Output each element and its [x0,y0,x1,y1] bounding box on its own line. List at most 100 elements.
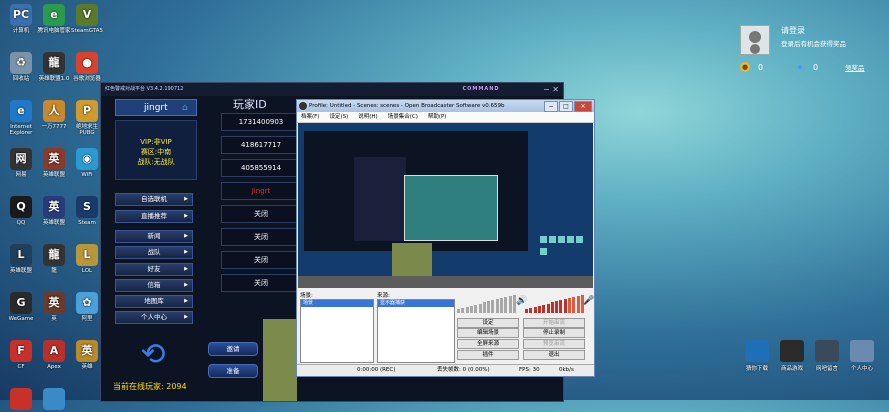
player-slot[interactable]: 关闭 [221,274,301,292]
desktop-icon[interactable]: L LOL [70,244,104,274]
desktop-icon[interactable]: S Steam [70,196,104,226]
minimize-icon[interactable]: − [543,85,550,94]
exit-button[interactable]: 退出 [523,350,585,360]
menu-news[interactable]: 新闻 ▶ [115,230,193,243]
ready-button[interactable]: 准备 [208,364,258,378]
obs-window-controls[interactable]: − □ ✕ [544,101,592,112]
obs-preview [298,123,593,288]
desktop-icon[interactable]: 人一万7777 [37,100,71,130]
menu-scene-collection[interactable]: 场景集合(C) [388,112,418,122]
start-streaming-button[interactable]: 开始串流 [523,318,585,328]
meter-bar [469,305,473,313]
diamond-icon: ◆ [797,63,803,71]
coin-value: 0 [758,63,764,72]
close-icon[interactable]: ✕ [552,85,559,94]
desktop-icon[interactable]: 龍英雄联盟1.0 [37,52,71,82]
player-slot[interactable]: 关闭 [221,251,301,269]
player-slot[interactable]: 关闭 [221,205,301,223]
shortcut-tile[interactable] [780,340,804,362]
obs-window[interactable]: Profile: Untitled - Scenes: scenes - Ope… [296,99,595,377]
desktop-icon-label: LOL [81,268,93,274]
desktop-icon[interactable]: P 绝地求生 PUBG [70,100,104,136]
desktop-icon[interactable]: L 英雄联盟 [4,244,38,274]
shortcut-tile[interactable] [850,340,874,362]
menu-live[interactable]: 直播推荐 ▶ [115,210,193,223]
user-panel[interactable]: jingrt ⌂ [115,99,197,116]
desktop-icon[interactable]: e Internet Explorer [4,100,38,136]
player-slot[interactable]: Jingrt [221,182,301,200]
desktop-icon[interactable]: 英英雄联盟 [37,148,71,178]
preview-stream-button[interactable]: 预览串流 [523,339,585,349]
desktop-icon-label: 英雄联盟 [42,172,65,178]
menu-mail[interactable]: 信箱 ▶ [115,279,193,292]
desktop-icon-label: Internet Explorer [9,124,33,136]
desktop-icon[interactable]: 网网易 [4,148,38,178]
settings-button[interactable]: 设定 [457,318,519,328]
menu-map-library[interactable]: 地图库 ▶ [115,295,193,308]
shortcut-tile[interactable] [815,340,839,362]
plugins-button[interactable]: 插件 [457,350,519,360]
menu-friends[interactable]: 好友 ▶ [115,263,193,276]
fullscreen-source-button[interactable]: 全屏来源 [457,339,519,349]
desktop-icon[interactable] [37,388,71,412]
stop-recording-button[interactable]: 停止录制 [523,328,585,338]
login-widget[interactable]: 请登录 登录后有机会获得奖品 ● 0 ◆ 0 领奖品 [740,25,882,77]
desktop-icon[interactable]: ◉ WiFi [70,148,104,178]
game-window-controls[interactable]: − ✕ [543,85,559,94]
desktop-icon[interactable]: V SteamGTA5 [70,4,104,34]
desktop-icon[interactable] [4,388,38,412]
player-slot[interactable]: 关闭 [221,228,301,246]
desktop-icon[interactable]: 英英雄 [70,340,104,370]
menu-auto-match[interactable]: 自选联机 ▶ [115,193,193,206]
home-icon[interactable]: ⌂ [182,103,193,113]
list-item[interactable]: 显示器捕获 [378,300,454,307]
invite-button[interactable]: 邀请 [208,342,258,356]
desktop-icon[interactable]: Q QQ [4,196,38,226]
meter-bar [568,298,571,313]
desktop-icon[interactable]: ● 谷歌浏览器 [70,52,104,82]
avatar[interactable] [740,25,770,55]
arrow-right-icon: ▶ [184,249,188,255]
desktop-icon[interactable]: 英英雄联盟 [37,196,71,226]
list-item[interactable]: 场景 [301,300,373,307]
minimize-icon[interactable]: − [544,101,558,112]
edit-scene-button[interactable]: 编辑场景 [457,328,519,338]
shortcut-tile[interactable] [745,340,769,362]
preview-tray [539,235,587,265]
app-icon: 英 [43,292,65,314]
menu-settings[interactable]: 设定(S) [329,112,348,122]
preview-game-window [304,131,528,278]
menu-about[interactable]: 帮助(P) [428,112,447,122]
player-slot[interactable]: 1731400903 [221,113,301,131]
desktop-icon[interactable]: 龍龍 [37,244,71,274]
prize-link[interactable]: 领奖品 [845,62,865,72]
meter-bar [529,307,533,313]
menu-profile[interactable]: 个人中心 ▶ [115,311,193,324]
menu-team[interactable]: 战队 ▶ [115,246,193,259]
desktop-icon[interactable]: F CF [4,340,38,370]
desktop-icon[interactable]: e 腾讯电脑管家 [37,4,71,34]
microphone-icon[interactable]: 🎤 [583,296,594,306]
desktop-icon[interactable]: G WeGame [4,292,38,322]
menu-help[interactable]: 说明(H) [358,112,377,122]
desktop-icon[interactable]: ✿ 阿里 [70,292,104,322]
meter-bar [478,303,482,313]
desktop-icon[interactable]: ♻ 回收站 [4,52,38,82]
close-icon[interactable]: ✕ [574,101,592,112]
desktop-icon-label: Steam [78,220,96,226]
scenes-list[interactable]: 场景 [300,299,374,363]
player-slot[interactable]: 405855914 [221,159,301,177]
desktop-icon[interactable]: 英英 [37,292,71,322]
refresh-icon[interactable]: ⟲ [129,339,177,371]
meter-bar [546,303,550,313]
menu-file[interactable]: 档案(F) [301,112,319,122]
desktop-icon[interactable]: A Apex [37,340,71,370]
desktop-icon[interactable]: PC 计算机 [4,4,38,34]
meter-bar [474,304,478,313]
meter-bar [576,295,580,313]
login-link[interactable]: 请登录 [781,25,805,36]
sources-list[interactable]: 显示器捕获 [377,299,455,363]
player-slot[interactable]: 418617717 [221,136,301,154]
meter-bar [495,299,499,313]
maximize-icon[interactable]: □ [559,101,573,112]
